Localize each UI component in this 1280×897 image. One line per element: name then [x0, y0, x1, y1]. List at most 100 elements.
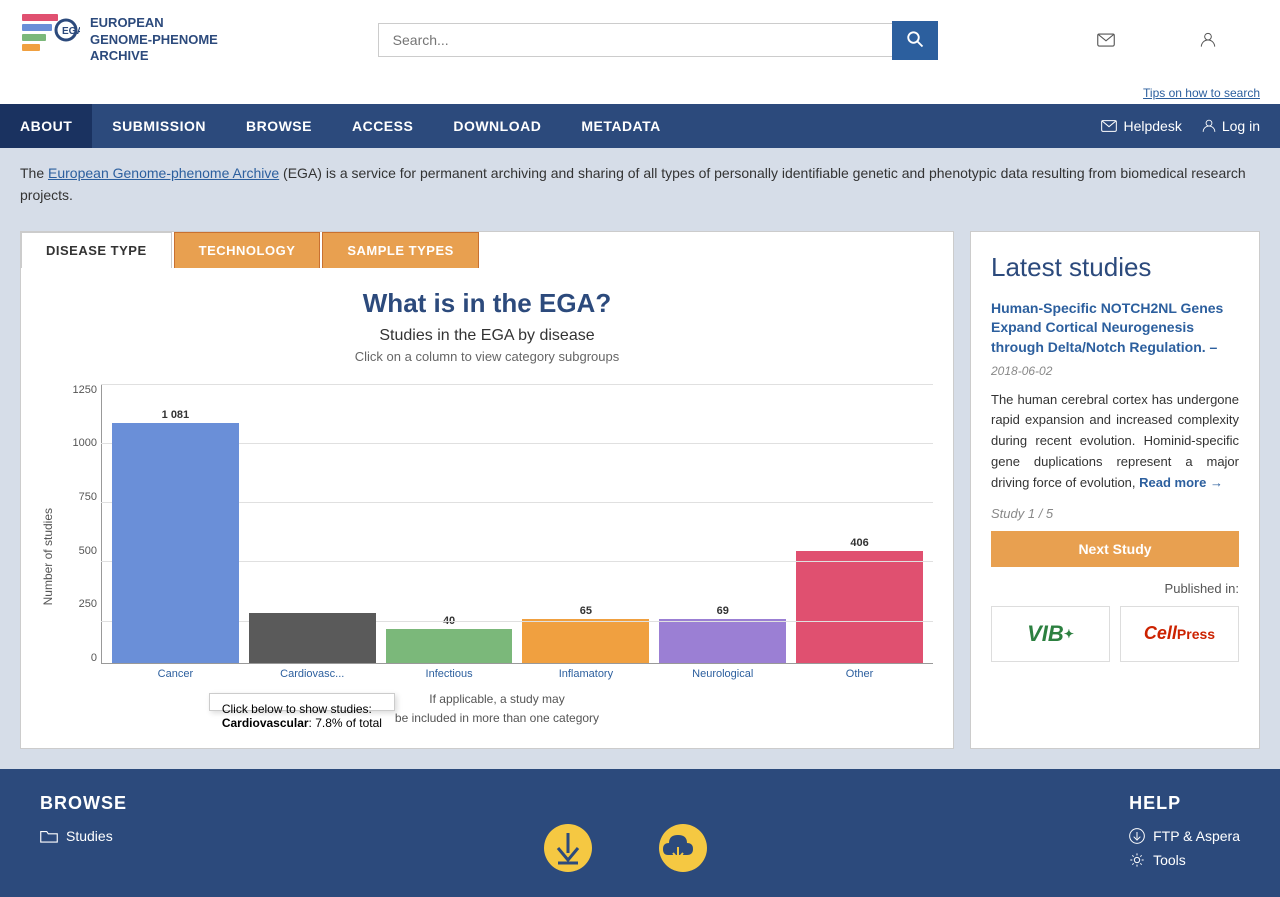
x-label-other-text[interactable]: Other — [846, 668, 874, 680]
y-label-750: 750 — [61, 491, 97, 503]
nav-access[interactable]: ACCESS — [332, 104, 433, 148]
bar-value-inflamatory: 65 — [580, 605, 592, 617]
help-tools-item[interactable]: Tools — [1129, 852, 1240, 868]
bar-inflamatory[interactable] — [522, 619, 649, 663]
read-more-arrow: → — [1210, 475, 1223, 490]
x-label-cancer[interactable]: Cancer — [112, 664, 239, 680]
ega-logo-icon: EGA — [20, 10, 80, 70]
bar-other[interactable] — [796, 551, 923, 663]
center-icons — [543, 793, 713, 873]
y-label-1250: 1250 — [61, 384, 97, 396]
nav-login-label: Log in — [1222, 118, 1260, 134]
vib-logo-text: VIB — [1027, 621, 1064, 647]
bar-value-infectious: 40 — [443, 615, 455, 627]
read-more-label: Read more — [1139, 475, 1206, 490]
footnote-line2: be included in more than one category — [395, 711, 599, 725]
x-label-neurological-text[interactable]: Neurological — [692, 668, 753, 680]
help-ftp-label: FTP & Aspera — [1153, 828, 1240, 844]
bar-group-cardiovascular[interactable]: Click below to show studies: Cardiovascu… — [249, 613, 376, 663]
chart-area: What is in the EGA? Studies in the EGA b… — [21, 268, 953, 728]
study-title-dash: – — [1206, 339, 1218, 355]
nav-helpdesk[interactable]: Helpdesk — [1101, 118, 1181, 134]
nav-download[interactable]: DOWNLOAD — [433, 104, 561, 148]
bar-group-cancer[interactable]: 1 081 — [112, 409, 239, 663]
nav-submission[interactable]: SUBMISSION — [92, 104, 226, 148]
help-col: HELP FTP & Aspera Tools — [1129, 793, 1240, 868]
nav-user-icon — [1202, 119, 1216, 133]
user-icon — [1200, 32, 1216, 48]
nav-helpdesk-label: Helpdesk — [1123, 118, 1181, 134]
bar-infectious[interactable] — [386, 629, 513, 663]
download-icon-block[interactable] — [543, 823, 593, 873]
study-description: The human cerebral cortex has undergone … — [991, 390, 1239, 494]
study-title[interactable]: Human-Specific NOTCH2NL Genes Expand Cor… — [991, 299, 1239, 358]
cloud-icon-block[interactable] — [653, 823, 713, 873]
bar-group-infectious[interactable]: 40 — [386, 615, 513, 663]
header: EGA EUROPEAN GENOME-PHENOME ARCHIVE Help… — [0, 0, 1280, 80]
browse-studies-label: Studies — [66, 828, 113, 844]
search-button[interactable] — [892, 21, 938, 60]
next-study-button[interactable]: Next Study — [991, 531, 1239, 567]
logo-area: EGA EUROPEAN GENOME-PHENOME ARCHIVE — [20, 10, 218, 70]
nav-metadata[interactable]: METADATA — [561, 104, 680, 148]
helpdesk-link[interactable]: Helpdesk — [1097, 32, 1179, 48]
tab-disease-type[interactable]: DISEASE TYPE — [21, 232, 172, 268]
y-label-0: 0 — [61, 652, 97, 664]
logo-text: EUROPEAN GENOME-PHENOME ARCHIVE — [90, 15, 218, 66]
x-label-cardiovascular[interactable]: Cardiovasc... — [249, 664, 376, 680]
x-label-cardiovascular-text[interactable]: Cardiovasc... — [280, 668, 344, 680]
chart-footnote: If applicable, a study may be included i… — [61, 690, 933, 728]
vib-logo-sup: ✦ — [1064, 627, 1074, 641]
help-heading: HELP — [1129, 793, 1240, 814]
download-icon — [543, 823, 593, 873]
tab-sample-types[interactable]: SAMPLE TYPES — [322, 232, 478, 268]
bar-neurological[interactable] — [659, 619, 786, 663]
y-axis-label: Number of studies — [41, 384, 55, 728]
y-labels: 1250 1000 750 500 250 0 — [61, 384, 101, 664]
help-ftp-item[interactable]: FTP & Aspera — [1129, 828, 1240, 844]
x-label-inflamatory[interactable]: Inflamatory — [522, 664, 649, 680]
gear-icon — [1129, 852, 1145, 868]
search-input[interactable] — [378, 23, 892, 57]
nav-about[interactable]: ABOUT — [0, 104, 92, 148]
bar-group-neurological[interactable]: 69 — [659, 605, 786, 663]
chart-wrapper: Number of studies 1250 1000 750 500 250 … — [41, 384, 933, 728]
right-panel: Latest studies Human-Specific NOTCH2NL G… — [970, 231, 1260, 749]
tips-link[interactable]: Tips on how to search — [1143, 86, 1260, 100]
bar-cardiovascular[interactable] — [249, 613, 376, 663]
logo-line-2: GENOME-PHENOME — [90, 32, 218, 49]
x-label-inflamatory-text[interactable]: Inflamatory — [559, 668, 613, 680]
bar-group-inflamatory[interactable]: 65 — [522, 605, 649, 663]
bar-value-neurological: 69 — [717, 605, 729, 617]
cellpress-logo-text: Cell — [1144, 623, 1177, 644]
bar-tooltip: Click below to show studies: Cardiovascu… — [209, 693, 395, 711]
x-label-neurological[interactable]: Neurological — [659, 664, 786, 680]
study-title-text: Human-Specific NOTCH2NL Genes Expand Cor… — [991, 300, 1223, 355]
tab-technology[interactable]: TECHNOLOGY — [174, 232, 321, 268]
chart-hint: Click on a column to view category subgr… — [41, 349, 933, 364]
bar-cancer[interactable] — [112, 423, 239, 663]
login-label: Log in — [1222, 32, 1260, 48]
folder-icon — [40, 829, 58, 843]
tabs-bar: DISEASE TYPE TECHNOLOGY SAMPLE TYPES — [21, 232, 953, 268]
helpdesk-label: Helpdesk — [1121, 32, 1179, 48]
cloud-icon — [653, 823, 713, 873]
read-more-link[interactable]: Read more → — [1139, 475, 1223, 490]
x-label-infectious-text[interactable]: Infectious — [426, 668, 473, 680]
nav-right: Helpdesk Log in — [1101, 118, 1280, 134]
nav-browse[interactable]: BROWSE — [226, 104, 332, 148]
x-label-other[interactable]: Other — [796, 664, 923, 680]
publisher-logos: VIB ✦ CellPress — [991, 606, 1239, 662]
nav-login[interactable]: Log in — [1202, 118, 1260, 134]
chart-title: What is in the EGA? — [41, 288, 933, 319]
login-link[interactable]: Log in — [1200, 32, 1260, 48]
study-counter: Study 1 / 5 — [991, 506, 1239, 521]
search-icon — [906, 30, 924, 48]
browse-studies-item[interactable]: Studies — [40, 828, 127, 844]
bar-group-other[interactable]: 406 — [796, 537, 923, 663]
footnote-line1: If applicable, a study may — [429, 692, 564, 706]
x-label-infectious[interactable]: Infectious — [386, 664, 513, 680]
x-label-cancer-text[interactable]: Cancer — [158, 668, 193, 680]
published-in-label: Published in: — [991, 581, 1239, 596]
ega-link[interactable]: European Genome-phenome Archive — [48, 165, 279, 181]
